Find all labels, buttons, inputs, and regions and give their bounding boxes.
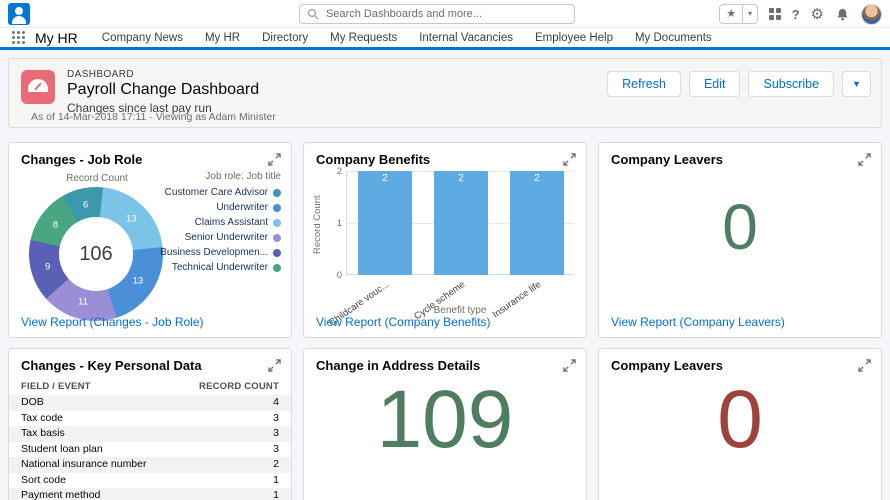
- card-key-personal-data: Changes - Key Personal Data FIELD / EVEN…: [8, 348, 292, 500]
- y-tick: 2: [328, 166, 342, 177]
- donut-total: 106: [59, 217, 133, 291]
- column-field: FIELD / EVENT: [21, 381, 91, 392]
- card-title: Company Leavers: [611, 152, 723, 167]
- donut-label-2: 13: [133, 276, 144, 287]
- legend-item[interactable]: Underwriter: [159, 202, 281, 213]
- expand-icon[interactable]: [268, 153, 281, 166]
- table-row[interactable]: Student loan plan3: [9, 442, 291, 458]
- card-title: Company Benefits: [316, 152, 430, 167]
- legend-item[interactable]: Senior Underwriter: [159, 232, 281, 243]
- donut-label-0: 6: [83, 200, 88, 211]
- app-launcher-icon[interactable]: [12, 31, 25, 44]
- donut-axis-label: Record Count: [27, 173, 167, 184]
- table-row[interactable]: Tax basis3: [9, 426, 291, 442]
- bar[interactable]: 2: [358, 171, 412, 275]
- donut-label-5: 8: [53, 219, 58, 230]
- table-row[interactable]: DOB4: [9, 395, 291, 411]
- legend-dot: [273, 249, 281, 257]
- bar[interactable]: 2: [434, 171, 488, 275]
- expand-icon[interactable]: [858, 153, 871, 166]
- bar[interactable]: 2: [510, 171, 564, 275]
- metric-leavers-bottom: 0: [599, 379, 881, 461]
- donut-chart[interactable]: 6 13 13 11 9 8 106: [29, 187, 163, 321]
- expand-icon[interactable]: [563, 153, 576, 166]
- nav-tab-internal-vacancies[interactable]: Internal Vacancies: [419, 32, 513, 44]
- table-row[interactable]: Sort code1: [9, 473, 291, 489]
- card-company-leavers-bottom: Company Leavers 0: [598, 348, 882, 500]
- setup-gear-icon[interactable]: ⚙: [811, 7, 824, 22]
- card-title: Changes - Key Personal Data: [21, 358, 202, 373]
- card-title: Company Leavers: [611, 358, 723, 373]
- metric-leavers-top: 0: [599, 195, 881, 259]
- y-tick: 0: [328, 270, 342, 281]
- metric-address-changes: 109: [304, 379, 586, 461]
- expand-icon[interactable]: [268, 359, 281, 372]
- card-company-leavers-top: Company Leavers 0 View Report (Company L…: [598, 142, 882, 338]
- app-logo-icon[interactable]: [8, 3, 30, 25]
- global-header: ★ ▾ ? ⚙: [0, 0, 890, 28]
- legend-item[interactable]: Customer Care Advisor: [159, 187, 281, 198]
- notifications-bell-icon[interactable]: [835, 7, 850, 22]
- search-input[interactable]: [299, 4, 575, 24]
- more-actions-button[interactable]: ▼: [842, 71, 871, 97]
- legend-dot: [273, 234, 281, 242]
- refresh-button[interactable]: Refresh: [607, 71, 681, 97]
- legend-dot: [273, 189, 281, 197]
- subscribe-button[interactable]: Subscribe: [748, 71, 834, 97]
- favorites-button-group[interactable]: ★ ▾: [719, 4, 758, 24]
- donut-legend: Job role: Job title Customer Care Adviso…: [159, 171, 281, 277]
- page-title: Payroll Change Dashboard: [67, 81, 259, 99]
- donut-label-1: 13: [126, 213, 137, 224]
- global-search: [299, 4, 575, 24]
- avatar[interactable]: [861, 4, 882, 25]
- search-icon: [307, 8, 319, 20]
- dashboard-header: DASHBOARD Payroll Change Dashboard Chang…: [8, 58, 882, 128]
- app-nav-bar: My HR Company News My HR Directory My Re…: [0, 28, 890, 50]
- nav-tab-employee-help[interactable]: Employee Help: [535, 32, 613, 44]
- nav-tab-my-hr[interactable]: My HR: [205, 32, 240, 44]
- table-body: DOB4 Tax code3 Tax basis3 Student loan p…: [9, 395, 291, 500]
- card-changes-job-role: Changes - Job Role Record Count 6 13 13 …: [8, 142, 292, 338]
- legend-item[interactable]: Claims Assistant: [159, 217, 281, 228]
- card-title: Changes - Job Role: [21, 152, 142, 167]
- column-count: RECORD COUNT: [199, 381, 279, 392]
- nav-tab-my-documents[interactable]: My Documents: [635, 32, 712, 44]
- table-row[interactable]: Tax code3: [9, 411, 291, 427]
- table-row[interactable]: National insurance number2: [9, 457, 291, 473]
- record-type-label: DASHBOARD: [67, 69, 134, 80]
- y-tick: 1: [328, 218, 342, 229]
- grid-icon[interactable]: [769, 8, 781, 20]
- legend-item[interactable]: Business Developmen...: [159, 247, 281, 258]
- donut-label-4: 9: [45, 261, 50, 272]
- table-header: FIELD / EVENT RECORD COUNT: [9, 377, 291, 396]
- card-change-address: Change in Address Details 109: [303, 348, 587, 500]
- nav-tab-my-requests[interactable]: My Requests: [330, 32, 397, 44]
- help-icon[interactable]: ?: [792, 8, 800, 21]
- favorites-caret-icon[interactable]: ▾: [742, 5, 757, 23]
- legend-dot: [273, 264, 281, 272]
- person-icon: [15, 7, 23, 15]
- legend-title: Job role: Job title: [159, 171, 281, 182]
- last-refresh-meta: As of 14-Mar-2018 17:11 · Viewing as Ada…: [31, 111, 276, 123]
- bar-y-axis-label: Record Count: [312, 179, 323, 271]
- legend-dot: [273, 204, 281, 212]
- app-name: My HR: [35, 30, 78, 46]
- card-company-benefits: Company Benefits Record Count 2 1 0 2 2 …: [303, 142, 587, 338]
- nav-tab-directory[interactable]: Directory: [262, 32, 308, 44]
- expand-icon[interactable]: [858, 359, 871, 372]
- dashboard-icon: [21, 70, 55, 104]
- legend-dot: [273, 219, 281, 227]
- card-title: Change in Address Details: [316, 358, 480, 373]
- donut-label-3: 11: [78, 297, 88, 308]
- legend-item[interactable]: Technical Underwriter: [159, 262, 281, 273]
- table-row[interactable]: Payment method1: [9, 488, 291, 500]
- expand-icon[interactable]: [563, 359, 576, 372]
- edit-button[interactable]: Edit: [689, 71, 741, 97]
- nav-tab-company-news[interactable]: Company News: [102, 32, 183, 44]
- view-report-link[interactable]: View Report (Company Benefits): [316, 315, 491, 329]
- favorites-star-icon[interactable]: ★: [720, 5, 742, 23]
- bar-chart: 2 1 0 2 2 2 Childcare vouc... Cycle sche…: [346, 171, 574, 275]
- view-report-link[interactable]: View Report (Company Leavers): [611, 315, 785, 329]
- view-report-link[interactable]: View Report (Changes - Job Role): [21, 315, 204, 329]
